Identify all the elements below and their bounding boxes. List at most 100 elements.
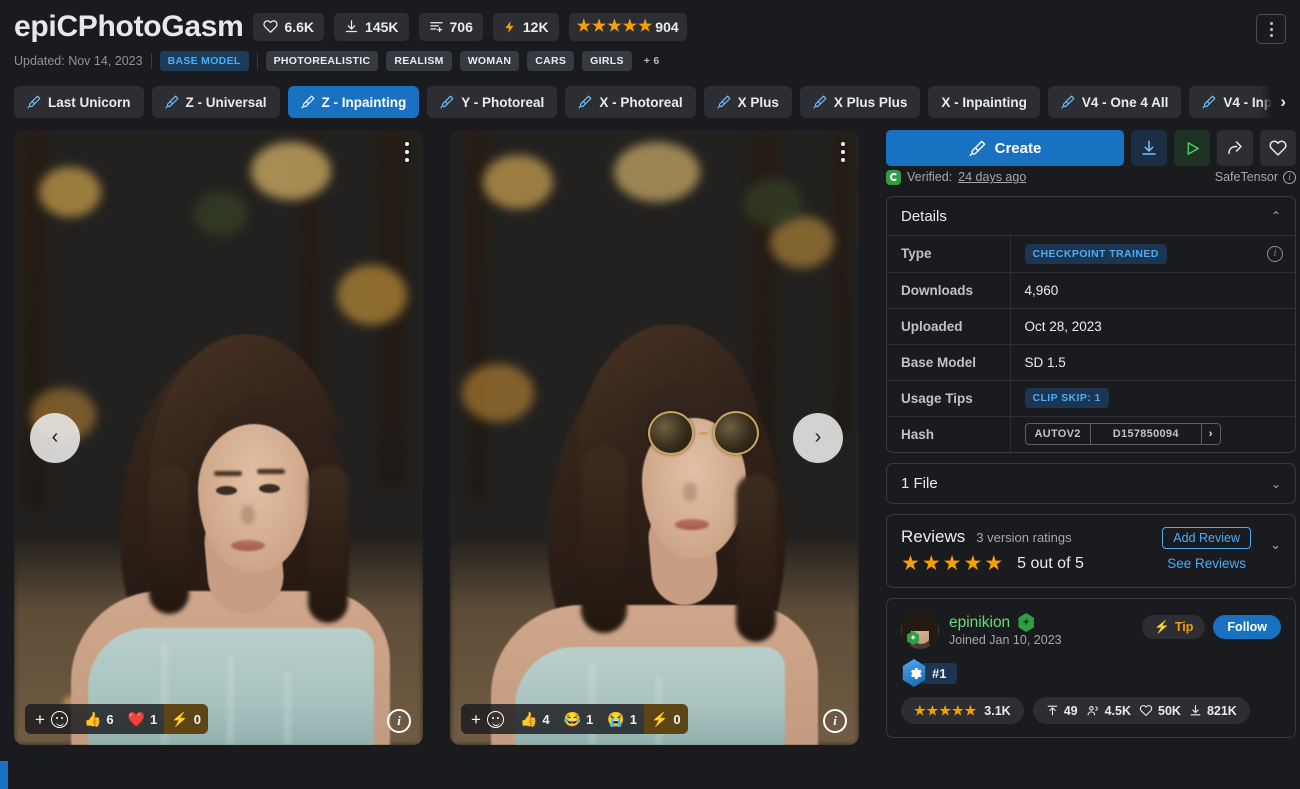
verification-row: Verified: 24 days ago SafeTensor i [886,168,1296,186]
like-button[interactable] [1260,130,1296,166]
page-header: epiCPhotoGasm 6.6K 145K 706 12K ★ ★ ★ ★ … [14,0,1286,72]
tag-realism[interactable]: REALISM [386,51,452,71]
heart-icon [263,19,279,34]
tabs-next-arrow-icon[interactable]: › [1260,86,1286,118]
reaction-count: 0 [673,711,681,727]
tab-z-universal[interactable]: Z - Universal [151,86,280,118]
follow-button[interactable]: Follow [1213,615,1281,639]
tab-y-photoreal[interactable]: Y - Photoreal [427,86,558,118]
reaction-lightning[interactable]: ⚡ 0 [643,704,688,734]
tab-z-inpainting[interactable]: Z - Inpainting [287,86,420,118]
gallery-image-1[interactable]: ‹ + 👍 6 ❤️ 1 ⚡ 0 i [14,130,423,745]
tag-cars[interactable]: CARS [527,51,575,71]
image-reaction-bar: + 👍 4 😂 1 😭 1 ⚡ 0 [461,704,688,734]
reaction-heart[interactable]: ❤️ 1 [121,704,165,734]
tab-label: Y - Photoreal [461,94,545,110]
reaction-thumbsup[interactable]: 👍 6 [77,704,121,734]
download-button[interactable] [1131,130,1167,166]
stat-collections[interactable]: 706 [418,12,483,41]
reaction-cry[interactable]: 😭 1 [600,704,644,734]
tag-more-count[interactable]: + 6 [640,51,664,71]
stat-likes[interactable]: 6.6K [253,12,325,41]
avatar[interactable]: ✦ [901,611,939,649]
detail-value: CLIP SKIP: 1 [1010,379,1295,416]
upload-icon [1047,705,1058,716]
creator-username[interactable]: epinikion [949,614,1010,632]
creator-downloads-value: 821K [1206,703,1237,718]
plus-icon: + [471,709,481,729]
creator-joined: Joined Jan 10, 2023 [949,633,1062,647]
table-row: Base Model SD 1.5 [887,343,1295,380]
verified-label: Verified: [907,170,953,184]
tag-girls[interactable]: GIRLS [582,51,632,71]
tab-x-photoreal[interactable]: X - Photoreal [565,86,696,118]
kebab-menu-icon[interactable] [1256,14,1286,44]
gallery-image-2[interactable]: › + 👍 4 😂 1 😭 1 ⚡ 0 i [450,130,859,745]
stat-downloads[interactable]: 145K [334,12,409,41]
image-options-kebab-icon[interactable] [405,142,409,162]
lightning-icon: ⚡ [171,711,189,727]
creator-likes: 50K [1139,704,1181,718]
tag-woman[interactable]: WOMAN [459,51,520,71]
create-button[interactable]: Create [886,130,1124,166]
star-icon: ★ [951,703,964,718]
gallery-next-button[interactable]: › [793,412,843,463]
add-review-button[interactable]: Add Review [1162,527,1251,549]
tab-x-inpainting[interactable]: X - Inpainting [928,86,1040,118]
main-content: ‹ + 👍 6 ❤️ 1 ⚡ 0 i › + 👍 4 😂 1 😭 1 ⚡ 0 i… [14,130,1296,745]
brush-icon [813,95,827,109]
image-options-kebab-icon[interactable] [841,142,845,162]
share-button[interactable] [1217,130,1253,166]
lightning-icon: ⚡ [650,711,669,727]
add-reaction-button[interactable]: + [25,710,77,728]
type-chip: CHECKPOINT TRAINED [1024,243,1167,264]
download-icon [1142,140,1156,155]
stat-buzz[interactable]: 12K [492,12,559,41]
tag-photorealistic[interactable]: PHOTOREALISTIC [265,51,379,71]
reaction-thumbsup[interactable]: 👍 4 [513,704,557,734]
details-title: Details [901,207,947,225]
verified-time[interactable]: 24 days ago [958,170,1026,184]
download-icon [1190,705,1201,716]
star-icon: ★ [984,552,1004,575]
gallery-prev-button[interactable]: ‹ [30,412,80,463]
run-button[interactable] [1174,130,1210,166]
reaction-laugh[interactable]: 😂 1 [557,704,601,734]
tab-last-unicorn[interactable]: Last Unicorn [14,86,144,118]
see-reviews-link[interactable]: See Reviews [1167,556,1246,571]
brush-icon [301,95,314,109]
add-reaction-button[interactable]: + [461,709,513,729]
chevron-down-icon[interactable]: ⌄ [1270,537,1281,553]
tag-base-model[interactable]: BASE MODEL [159,51,249,71]
chevron-right-icon[interactable]: › [1202,424,1220,444]
tab-x-plus-plus[interactable]: X Plus Plus [799,86,921,118]
title-and-stats: epiCPhotoGasm 6.6K 145K 706 12K ★ ★ ★ ★ … [14,10,1256,43]
dot [1269,33,1273,37]
image-info-icon[interactable]: i [823,709,847,733]
reaction-count: 1 [150,711,158,727]
table-row: Downloads 4,960 [887,271,1295,308]
tip-button[interactable]: ⚡ Tip [1142,615,1206,639]
stat-rating[interactable]: ★ ★ ★ ★ ★ 904 [568,12,687,41]
info-icon[interactable]: i [1267,245,1283,262]
detail-key: Downloads [887,271,1011,308]
page-title: epiCPhotoGasm [14,10,244,43]
details-panel-header[interactable]: Details ⌃ [887,197,1295,236]
star-icon: ★ [607,17,622,35]
scroll-indicator[interactable] [0,761,8,789]
safetensor-badge: SafeTensor i [1215,170,1296,184]
tab-x-plus[interactable]: X Plus [703,86,792,118]
image-info-icon[interactable]: i [387,709,411,733]
tab-v4-one-4-all[interactable]: V4 - One 4 All [1047,86,1182,118]
tab-label: X - Photoreal [599,94,683,110]
tab-label: X - Inpainting [941,94,1027,110]
crying-face-icon: 😭 [607,711,625,727]
info-icon[interactable]: i [1283,170,1296,184]
star-icon: ★ [576,17,591,35]
hash-group[interactable]: AUTOV2 D157850094 › [1024,423,1221,446]
dot [1269,27,1273,31]
lightning-icon [503,20,517,34]
star-icon: ★ [926,703,939,718]
files-panel-header[interactable]: 1 File ⌄ [887,464,1295,503]
reaction-lightning[interactable]: ⚡ 0 [164,704,208,734]
